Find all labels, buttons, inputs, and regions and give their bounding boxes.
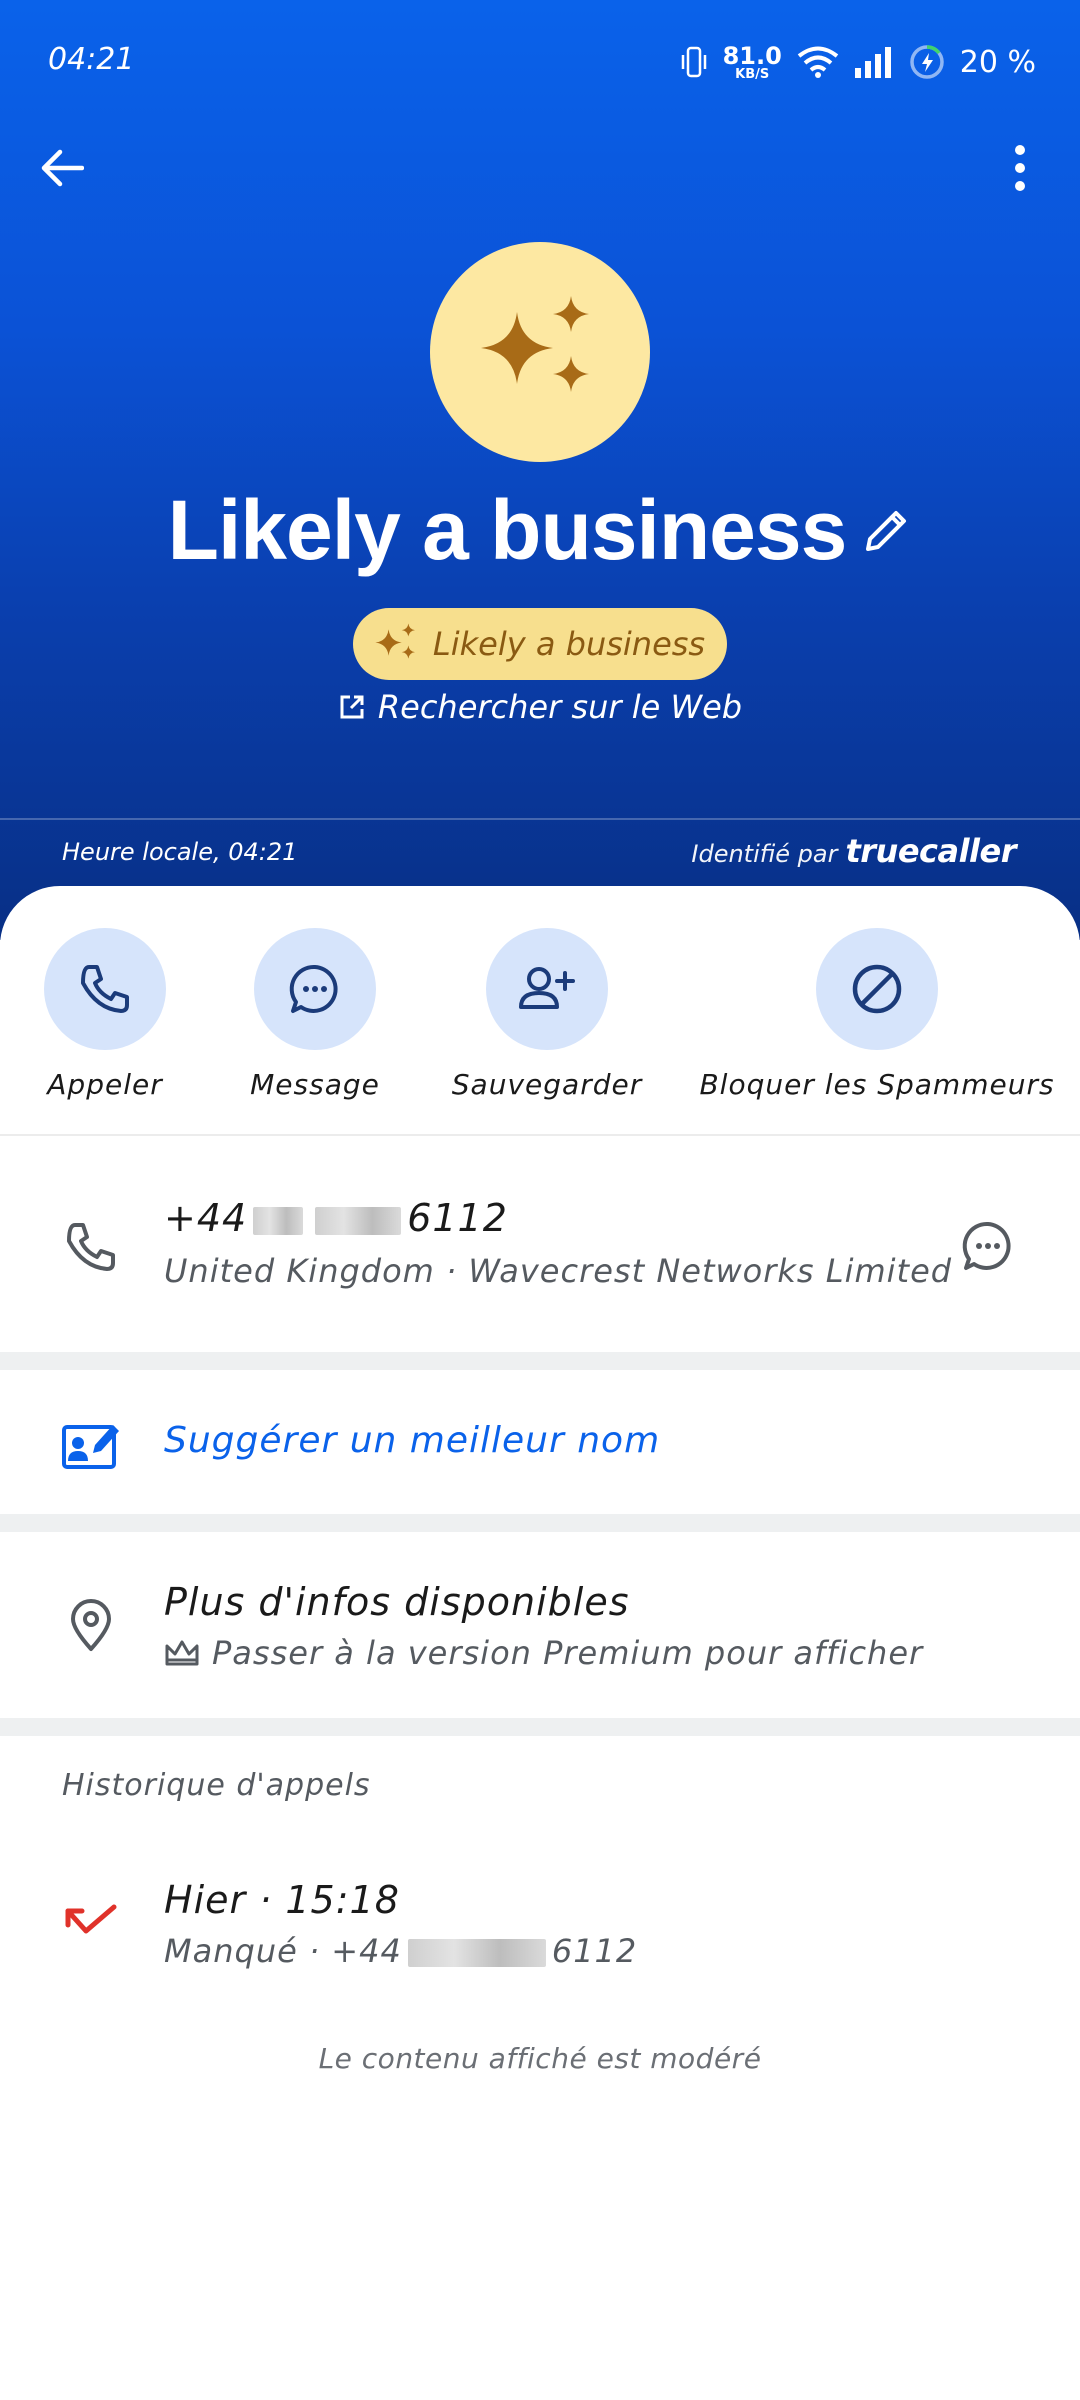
call-history-entry-time[interactable]: Hier · 15:18 xyxy=(164,1878,400,1922)
location-icon-wrap xyxy=(56,1590,126,1660)
more-options-button[interactable] xyxy=(1000,140,1040,196)
call-action[interactable]: Appeler xyxy=(44,928,166,1101)
status-bar: 04:21 81.0 KB/S 20 % xyxy=(0,0,1080,120)
identified-by: Identifié par truecaller xyxy=(691,832,1016,870)
redacted-digits xyxy=(407,1939,546,1967)
call-history-entry-details: Manqué · +44 6112 xyxy=(164,1932,637,1970)
back-button[interactable] xyxy=(34,140,90,196)
battery-charging-icon xyxy=(910,45,944,79)
contact-avatar xyxy=(430,242,650,462)
moderation-note: Le contenu affiché est modéré xyxy=(318,2042,762,2075)
save-action-circle[interactable] xyxy=(486,928,608,1050)
more-vertical-icon xyxy=(1015,145,1025,191)
block-action-circle[interactable] xyxy=(816,928,938,1050)
contact-name: Likely a business xyxy=(167,483,848,577)
battery-level: 20 % xyxy=(959,44,1036,80)
sparkles-icon xyxy=(481,296,589,392)
premium-upgrade-link[interactable]: Passer à la version Premium pour affiche… xyxy=(164,1634,923,1672)
block-action[interactable]: Bloquer les Spammeurs xyxy=(699,928,1054,1101)
chat-icon xyxy=(962,1221,1011,1270)
save-action-label: Sauvegarder xyxy=(451,1068,643,1101)
premium-upgrade-label: Passer à la version Premium pour affiche… xyxy=(212,1634,924,1672)
message-action[interactable]: Message xyxy=(250,928,379,1101)
block-action-label: Bloquer les Spammeurs xyxy=(699,1068,1055,1101)
search-web-label: Rechercher sur le Web xyxy=(377,688,743,726)
redacted-digits xyxy=(253,1206,304,1235)
edit-pencil-icon[interactable] xyxy=(860,505,912,557)
sms-button[interactable] xyxy=(952,1210,1024,1282)
arrow-left-icon xyxy=(41,149,84,187)
vibrate-icon xyxy=(681,46,706,78)
call-number-suffix: 6112 xyxy=(551,1932,638,1970)
more-info-title: Plus d'infos disponibles xyxy=(164,1580,630,1624)
divider xyxy=(0,1134,1080,1136)
signal-icon xyxy=(854,47,891,78)
message-action-label: Message xyxy=(250,1068,380,1101)
search-web-link[interactable]: Rechercher sur le Web xyxy=(0,688,1080,726)
suggest-name-icon-wrap[interactable] xyxy=(56,1410,126,1480)
phone-number[interactable]: +44 6112 xyxy=(164,1196,508,1240)
number-phone-icon-wrap xyxy=(56,1212,126,1282)
missed-call-icon xyxy=(65,1904,117,1934)
section-divider xyxy=(0,1352,1080,1370)
section-divider xyxy=(0,1718,1080,1736)
add-person-icon xyxy=(519,967,575,1009)
chat-icon xyxy=(289,964,338,1013)
status-time: 04:21 xyxy=(48,42,135,77)
network-speed: 81.0 KB/S xyxy=(722,41,782,82)
save-action[interactable]: Sauvegarder xyxy=(452,928,641,1101)
external-link-icon xyxy=(340,695,364,719)
suggest-better-name-link[interactable]: Suggérer un meilleur nom xyxy=(164,1420,660,1461)
crown-icon xyxy=(165,1640,199,1666)
business-badge: Likely a business xyxy=(352,608,728,680)
call-action-circle[interactable] xyxy=(44,928,166,1050)
header-divider xyxy=(0,818,1080,820)
missed-call-icon-wrap xyxy=(56,1886,126,1956)
block-icon xyxy=(852,964,902,1014)
business-badge-label: Likely a business xyxy=(432,625,706,663)
status-icons: 81.0 KB/S 20 % xyxy=(679,36,1036,88)
phone-number-suffix: 6112 xyxy=(407,1196,508,1240)
sparkles-icon xyxy=(375,623,415,659)
edit-contact-card-icon xyxy=(62,1425,119,1469)
message-action-circle[interactable] xyxy=(254,928,376,1050)
number-details: United Kingdom · Wavecrest Networks Limi… xyxy=(164,1252,953,1290)
contact-name-row: Likely a business xyxy=(0,482,1080,579)
phone-icon xyxy=(67,1223,115,1271)
phone-number-prefix: +44 xyxy=(164,1196,248,1240)
local-time: Heure locale, 04:21 xyxy=(62,838,298,866)
contact-header: 04:21 81.0 KB/S 20 % Likely a business L… xyxy=(0,0,1080,940)
wifi-icon xyxy=(797,46,839,78)
redacted-digits xyxy=(315,1206,402,1235)
phone-icon xyxy=(81,965,129,1013)
call-action-label: Appeler xyxy=(47,1068,163,1101)
truecaller-logo: truecaller xyxy=(845,832,1016,870)
call-history-title: Historique d'appels xyxy=(62,1768,371,1803)
identified-by-label: Identifié par xyxy=(691,840,838,868)
badge-row: Likely a business xyxy=(0,608,1080,680)
call-status: Manqué · +44 xyxy=(164,1932,402,1970)
section-divider xyxy=(0,1514,1080,1532)
location-pin-icon xyxy=(71,1599,111,1651)
